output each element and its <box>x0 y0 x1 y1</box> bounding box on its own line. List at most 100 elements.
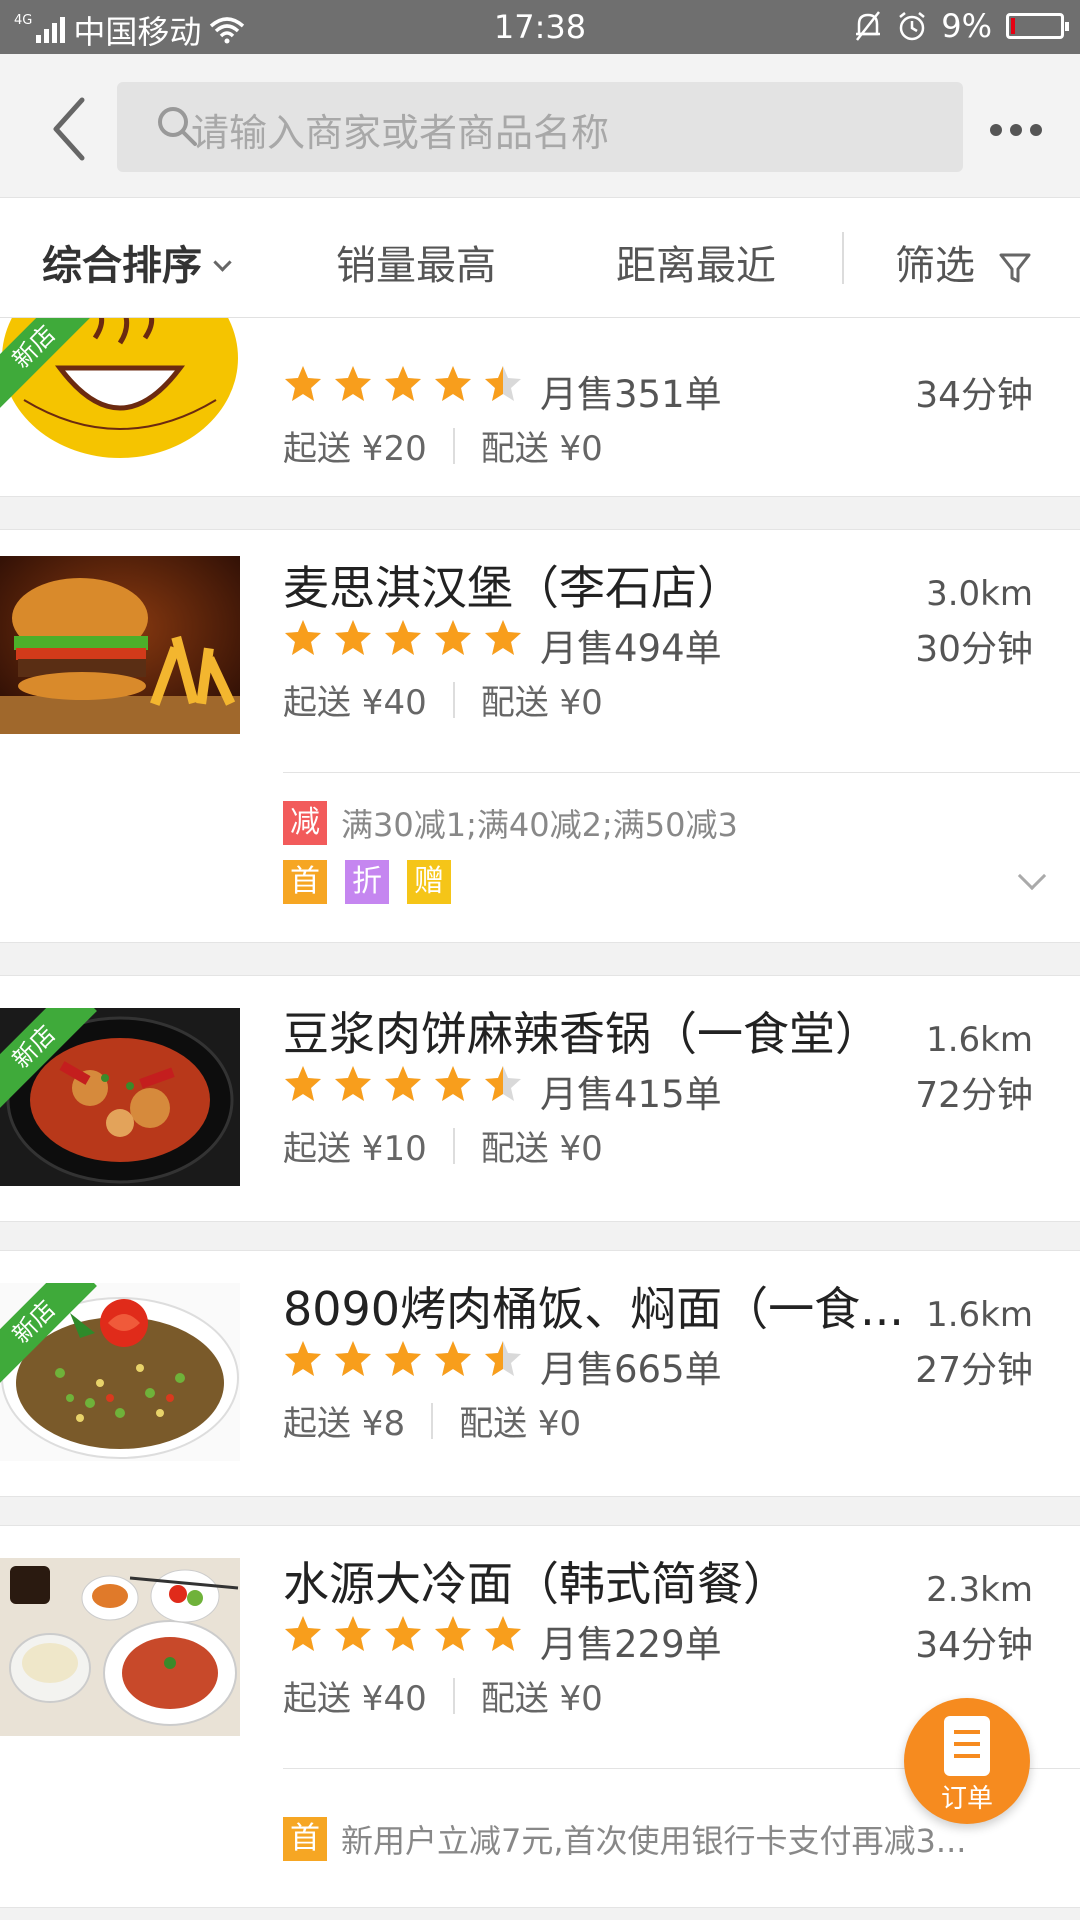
monthly-sales: 月售415单 <box>540 1073 722 1116</box>
orders-label: 订单 <box>940 1784 993 1814</box>
search-input[interactable]: 请输入商家或者商品名称 <box>117 82 963 172</box>
delivery-fee: 配送 ¥0 <box>480 429 603 469</box>
orders-floating-button[interactable]: 订单 <box>904 1698 1030 1824</box>
discount-tag-badge: 折 <box>345 860 389 904</box>
divider <box>452 1127 455 1164</box>
back-arrow-icon[interactable] <box>46 94 96 164</box>
distance: 1.6km <box>926 1295 1033 1335</box>
discount-badge: 减 <box>283 801 327 845</box>
restaurant-name: 豆浆肉饼麻辣香锅（一食堂） <box>283 1007 881 1061</box>
star-icon <box>335 1616 371 1651</box>
delivery-time: 34分钟 <box>915 1625 1033 1666</box>
rating-stars <box>283 618 523 658</box>
delivery-time: 27分钟 <box>915 1350 1033 1391</box>
fried-rice-image: 新店 <box>0 1283 240 1461</box>
first-order-badge: 首 <box>283 860 327 904</box>
rating-stars <box>283 1339 523 1379</box>
star-icon <box>485 366 521 401</box>
fee-info: 起送 ¥20 配送 ¥0 <box>283 421 603 470</box>
sort-filter-bar: 综合排序 销量最高 距离最近 筛选 <box>0 198 1080 318</box>
alarm-icon <box>899 12 926 41</box>
delivery-fee: 配送 ¥0 <box>480 1129 603 1169</box>
expand-chevron-icon[interactable] <box>1017 861 1047 891</box>
delivery-time: 34分钟 <box>915 375 1033 416</box>
battery-percent: 9% <box>941 7 992 45</box>
monthly-sales: 月售494单 <box>540 627 722 670</box>
star-icon <box>385 1341 421 1376</box>
fee-info: 起送 ¥10 配送 ¥0 <box>283 1121 603 1170</box>
star-icon <box>335 1066 371 1101</box>
promo-line: 首 新用户立减7元,首次使用银行卡支付再减3... <box>283 1816 966 1862</box>
restaurant-card[interactable]: 新店 豆浆肉饼麻辣香锅（一食堂） 1.6km 月售415单 72分钟 起送 ¥1… <box>0 975 1080 1222</box>
delivery-fee: 配送 ¥0 <box>480 683 603 723</box>
monthly-sales: 月售665单 <box>540 1348 722 1391</box>
rating-stars <box>283 1064 523 1104</box>
search-placeholder: 请输入商家或者商品名称 <box>191 111 610 155</box>
restaurant-name: 8090烤肉桶饭、焖面（一食... <box>283 1282 904 1336</box>
star-icon <box>335 366 371 401</box>
chevron-down-icon <box>213 253 232 272</box>
delivery-time: 30分钟 <box>915 629 1033 670</box>
star-icon <box>385 1616 421 1651</box>
first-order-badge: 首 <box>283 1817 327 1861</box>
star-icon <box>485 1341 521 1376</box>
delivery-fee: 配送 ¥0 <box>480 1679 603 1719</box>
star-icon <box>285 1341 321 1376</box>
min-order: 起送 ¥40 <box>283 1679 427 1719</box>
monthly-sales: 月售229单 <box>540 1623 722 1666</box>
sort-tab-distance[interactable]: 距离最近 <box>616 233 776 291</box>
gift-badge: 赠 <box>407 860 451 904</box>
divider <box>842 232 844 284</box>
fee-info: 起送 ¥40 配送 ¥0 <box>283 1671 603 1720</box>
delivery-fee: 配送 ¥0 <box>459 1404 582 1444</box>
divider <box>452 427 455 464</box>
restaurant-card[interactable]: 新店 8090烤肉桶饭、焖面（一食... 1.6km 月售665单 27分钟 起… <box>0 1250 1080 1497</box>
restaurant-name: 水源大冷面（韩式简餐） <box>283 1557 789 1611</box>
fee-info: 起送 ¥40 配送 ¥0 <box>283 675 603 724</box>
more-options-icon[interactable] <box>966 120 1066 140</box>
clipboard-icon <box>944 1716 990 1776</box>
burger-image <box>0 556 240 734</box>
star-icon <box>285 366 321 401</box>
star-icon <box>485 1616 521 1651</box>
min-order: 起送 ¥40 <box>283 683 427 723</box>
star-icon <box>335 620 371 655</box>
promo-line: 减 满30减1;满40减2;满50减3 <box>283 800 738 846</box>
divider <box>452 681 455 718</box>
star-icon <box>485 1066 521 1101</box>
spicy-pot-image: 新店 <box>0 1008 240 1186</box>
filter-funnel-icon <box>999 253 1031 283</box>
fee-info: 起送 ¥8 配送 ¥0 <box>283 1396 581 1445</box>
navigation-bar: 请输入商家或者商品名称 <box>0 54 1080 198</box>
filter-button[interactable]: 筛选 <box>895 233 1032 291</box>
star-icon <box>485 620 521 655</box>
bell-muted-icon <box>856 11 881 41</box>
star-icon <box>285 1616 321 1651</box>
korean-meal-image <box>0 1558 240 1736</box>
promo-text: 新用户立减7元,首次使用银行卡支付再减3... <box>341 1822 967 1860</box>
star-icon <box>285 1066 321 1101</box>
star-icon <box>385 1066 421 1101</box>
star-icon <box>285 620 321 655</box>
min-order: 起送 ¥10 <box>283 1129 427 1169</box>
min-order: 起送 ¥20 <box>283 429 427 469</box>
battery-icon <box>1006 13 1069 39</box>
delivery-time: 72分钟 <box>915 1075 1033 1116</box>
sort-tab-comprehensive[interactable]: 综合排序 <box>42 233 232 291</box>
sort-tab-sales[interactable]: 销量最高 <box>336 233 496 291</box>
restaurant-card[interactable]: 水源大冷面（韩式简餐） 2.3km 月售229单 34分钟 起送 ¥40 配送 … <box>0 1525 1080 1908</box>
star-icon <box>435 1066 471 1101</box>
monthly-sales: 月售351单 <box>540 373 722 416</box>
restaurant-card[interactable]: 新店 月售351单 34分钟 起送 ¥20 配送 ¥0 <box>0 318 1080 497</box>
promo-tags: 首 折 赠 <box>283 860 451 904</box>
star-icon <box>385 620 421 655</box>
rating-stars <box>283 364 523 404</box>
restaurant-card[interactable]: 麦思淇汉堡（李石店） 3.0km 月售494单 30分钟 起送 ¥40 配送 ¥… <box>0 529 1080 943</box>
divider <box>452 1677 455 1714</box>
status-bar: 4G 中国移动 17:38 9% <box>0 0 1080 54</box>
distance: 3.0km <box>926 574 1033 614</box>
distance: 2.3km <box>926 1570 1033 1610</box>
star-icon <box>435 620 471 655</box>
divider <box>431 1402 434 1439</box>
restaurant-list: 新店 月售351单 34分钟 起送 ¥20 配送 ¥0 麦思淇汉堡（李石店） 3… <box>0 318 1080 1920</box>
